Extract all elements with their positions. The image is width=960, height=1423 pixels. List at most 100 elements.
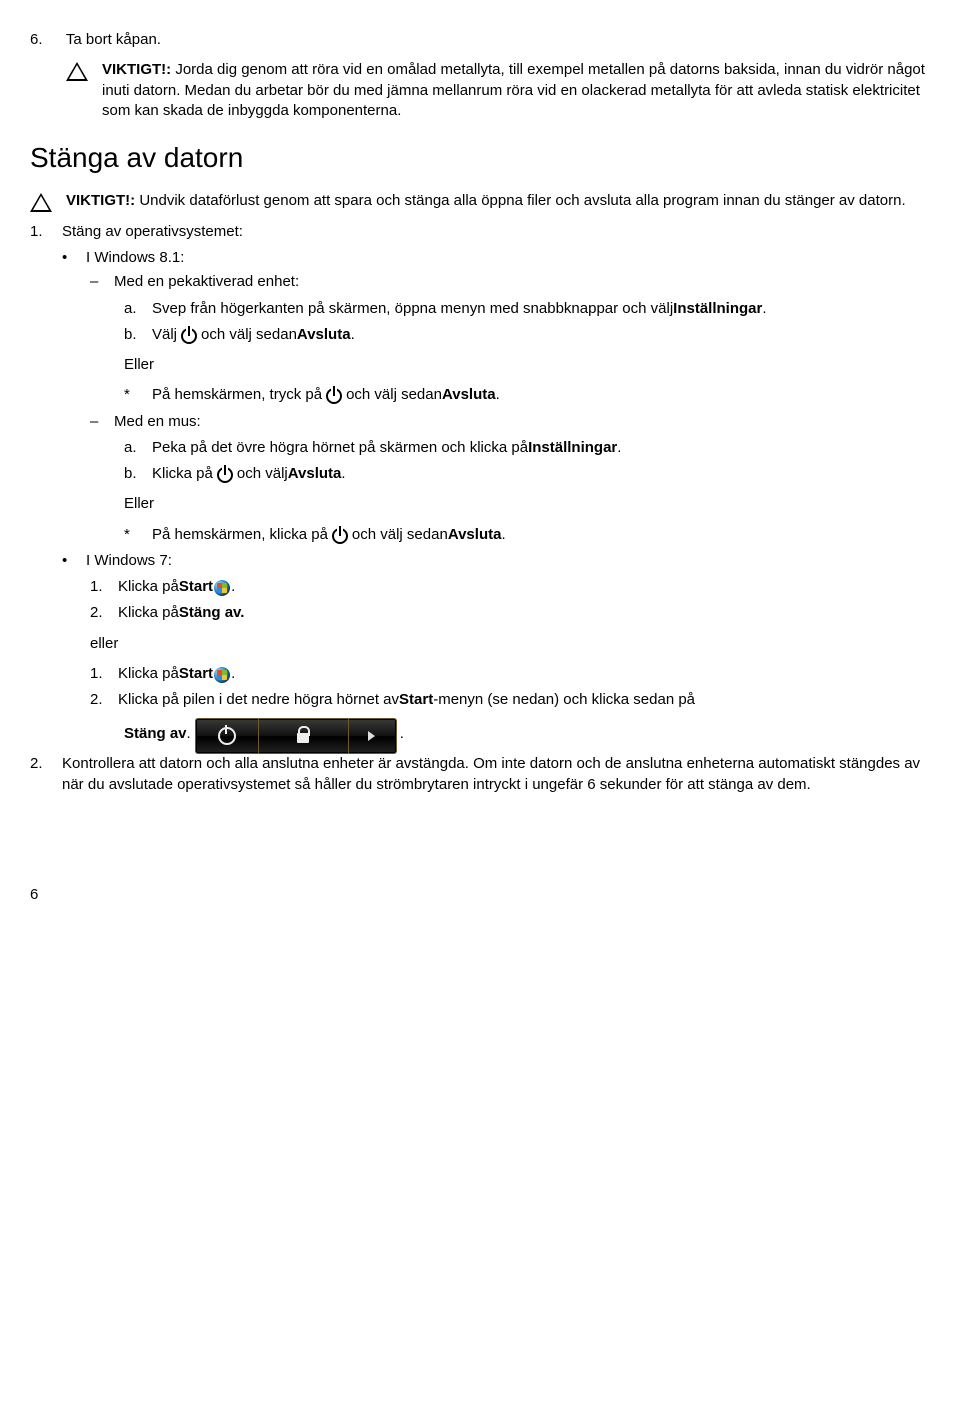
dash-mark: – <box>90 272 114 292</box>
power-icon <box>181 328 197 344</box>
star-2: * På hemskärmen, klicka på och välj seda… <box>124 525 930 545</box>
step-b1: b. Välj och välj sedan Avsluta . <box>124 325 930 345</box>
start-orb-icon <box>214 667 230 683</box>
text: och välj sedan <box>201 325 297 345</box>
caution-label: VIKTIGT!: <box>102 61 175 78</box>
bold-text: Stäng av <box>124 724 187 744</box>
bullet-mark: • <box>62 551 86 571</box>
text: . <box>231 577 235 597</box>
text: och välj sedan <box>352 525 448 545</box>
bullet-text: I Windows 7: <box>86 551 172 571</box>
text: Klicka på pilen i det nedre högra hörnet… <box>118 690 399 710</box>
bold-text: Avsluta <box>442 385 496 405</box>
letter: a. <box>124 299 152 319</box>
star-mark: * <box>124 385 152 405</box>
w7-step-2: 2. Klicka på Stäng av. <box>90 603 930 623</box>
text: Peka på det övre högra hörnet på skärmen… <box>152 438 528 458</box>
bold-text: Avsluta <box>288 464 342 484</box>
start-orb-icon <box>214 580 230 596</box>
or-divider-lower: eller <box>90 634 930 654</box>
text: -menyn (se nedan) och klicka sedan på <box>433 690 695 710</box>
caution-icon <box>30 193 52 212</box>
text: På hemskärmen, klicka på <box>152 525 328 545</box>
step-content: Svep från högerkanten på skärmen, öppna … <box>152 299 767 319</box>
text: . <box>501 525 505 545</box>
w7-step-1: 1. Klicka på Start . <box>90 577 930 597</box>
bold-text: Inställningar <box>673 299 762 319</box>
text: Klicka på <box>118 603 179 623</box>
star-content: På hemskärmen, tryck på och välj sedan A… <box>152 385 500 405</box>
w7b-step-1: 1. Klicka på Start . <box>90 664 930 684</box>
star-content: På hemskärmen, klicka på och välj sedan … <box>152 525 506 545</box>
shutdown-toolbar-image <box>195 718 397 754</box>
bold-text: Avsluta <box>448 525 502 545</box>
step-content: Klicka på Start . <box>118 577 235 597</box>
step-number: 2. <box>30 754 62 795</box>
caution-body: Jorda dig genom att röra vid en omålad m… <box>102 61 925 119</box>
step-number: 6. <box>30 30 62 50</box>
bold-text: Start <box>399 690 433 710</box>
dash-mouse: – Med en mus: <box>90 412 930 432</box>
text: och välj <box>237 464 288 484</box>
or-divider: Eller <box>124 355 930 375</box>
lock-icon <box>297 733 309 743</box>
step-text: Kontrollera att datorn och alla anslutna… <box>62 754 930 795</box>
text: Klicka på <box>152 464 213 484</box>
step-content: Klicka på och välj Avsluta . <box>152 464 346 484</box>
step-content: Välj och välj sedan Avsluta . <box>152 325 355 345</box>
step-6: 6. Ta bort kåpan. <box>30 30 930 50</box>
dash-mark: – <box>90 412 114 432</box>
text: . <box>341 464 345 484</box>
text: På hemskärmen, tryck på <box>152 385 322 405</box>
page-number: 6 <box>30 885 930 905</box>
caution-label: VIKTIGT!: <box>66 192 139 209</box>
bold-text: Start <box>179 577 213 597</box>
text: . <box>496 385 500 405</box>
text: Svep från högerkanten på skärmen, öppna … <box>152 299 673 319</box>
letter: a. <box>124 438 152 458</box>
text: . <box>231 664 235 684</box>
caution-body: Undvik dataförlust genom att spara och s… <box>139 192 905 209</box>
section-title: Stänga av datorn <box>30 139 930 177</box>
or-divider: Eller <box>124 494 930 514</box>
step-number: 2. <box>90 690 118 710</box>
step-number: 2. <box>90 603 118 623</box>
caution-text: VIKTIGT!: Jorda dig genom att röra vid e… <box>102 60 930 121</box>
arrow-right-icon <box>368 731 375 741</box>
w7b-step-2: 2. Klicka på pilen i det nedre högra hör… <box>90 690 930 710</box>
star-mark: * <box>124 525 152 545</box>
bullet-win7: • I Windows 7: <box>62 551 930 571</box>
step-1: 1. Stäng av operativsystemet: <box>30 222 930 242</box>
text: . <box>617 438 621 458</box>
text: . <box>762 299 766 319</box>
shutdown-power-segment <box>196 719 259 753</box>
shutdown-lock-segment <box>258 719 349 753</box>
bold-text: Stäng av. <box>179 603 245 623</box>
step-content: Klicka på Start . <box>118 664 235 684</box>
dash-text: Med en mus: <box>114 412 201 432</box>
bullet-win81: • I Windows 8.1: <box>62 248 930 268</box>
step-number: 1. <box>90 577 118 597</box>
step-a2: a. Peka på det övre högra hörnet på skär… <box>124 438 930 458</box>
step-content: Klicka på pilen i det nedre högra hörnet… <box>118 690 695 710</box>
text: Välj <box>152 325 177 345</box>
caution-text: VIKTIGT!: Undvik dataförlust genom att s… <box>66 191 930 211</box>
dash-touch: – Med en pekaktiverad enhet: <box>90 272 930 292</box>
step-content: Klicka på Stäng av. <box>118 603 244 623</box>
bold-text: Inställningar <box>528 438 617 458</box>
step-b2: b. Klicka på och välj Avsluta . <box>124 464 930 484</box>
shutdown-arrow-segment <box>348 719 396 753</box>
step-a1: a. Svep från högerkanten på skärmen, öpp… <box>124 299 930 319</box>
bold-text: Avsluta <box>297 325 351 345</box>
bullet-mark: • <box>62 248 86 268</box>
text: Klicka på <box>118 577 179 597</box>
caution-2: VIKTIGT!: Undvik dataförlust genom att s… <box>30 191 930 212</box>
text: och välj sedan <box>346 385 442 405</box>
step-2: 2. Kontrollera att datorn och alla anslu… <box>30 754 930 795</box>
letter: b. <box>124 464 152 484</box>
power-icon <box>332 528 348 544</box>
dash-text: Med en pekaktiverad enhet: <box>114 272 299 292</box>
bold-text: Start <box>179 664 213 684</box>
bullet-text: I Windows 8.1: <box>86 248 184 268</box>
star-1: * På hemskärmen, tryck på och välj sedan… <box>124 385 930 405</box>
